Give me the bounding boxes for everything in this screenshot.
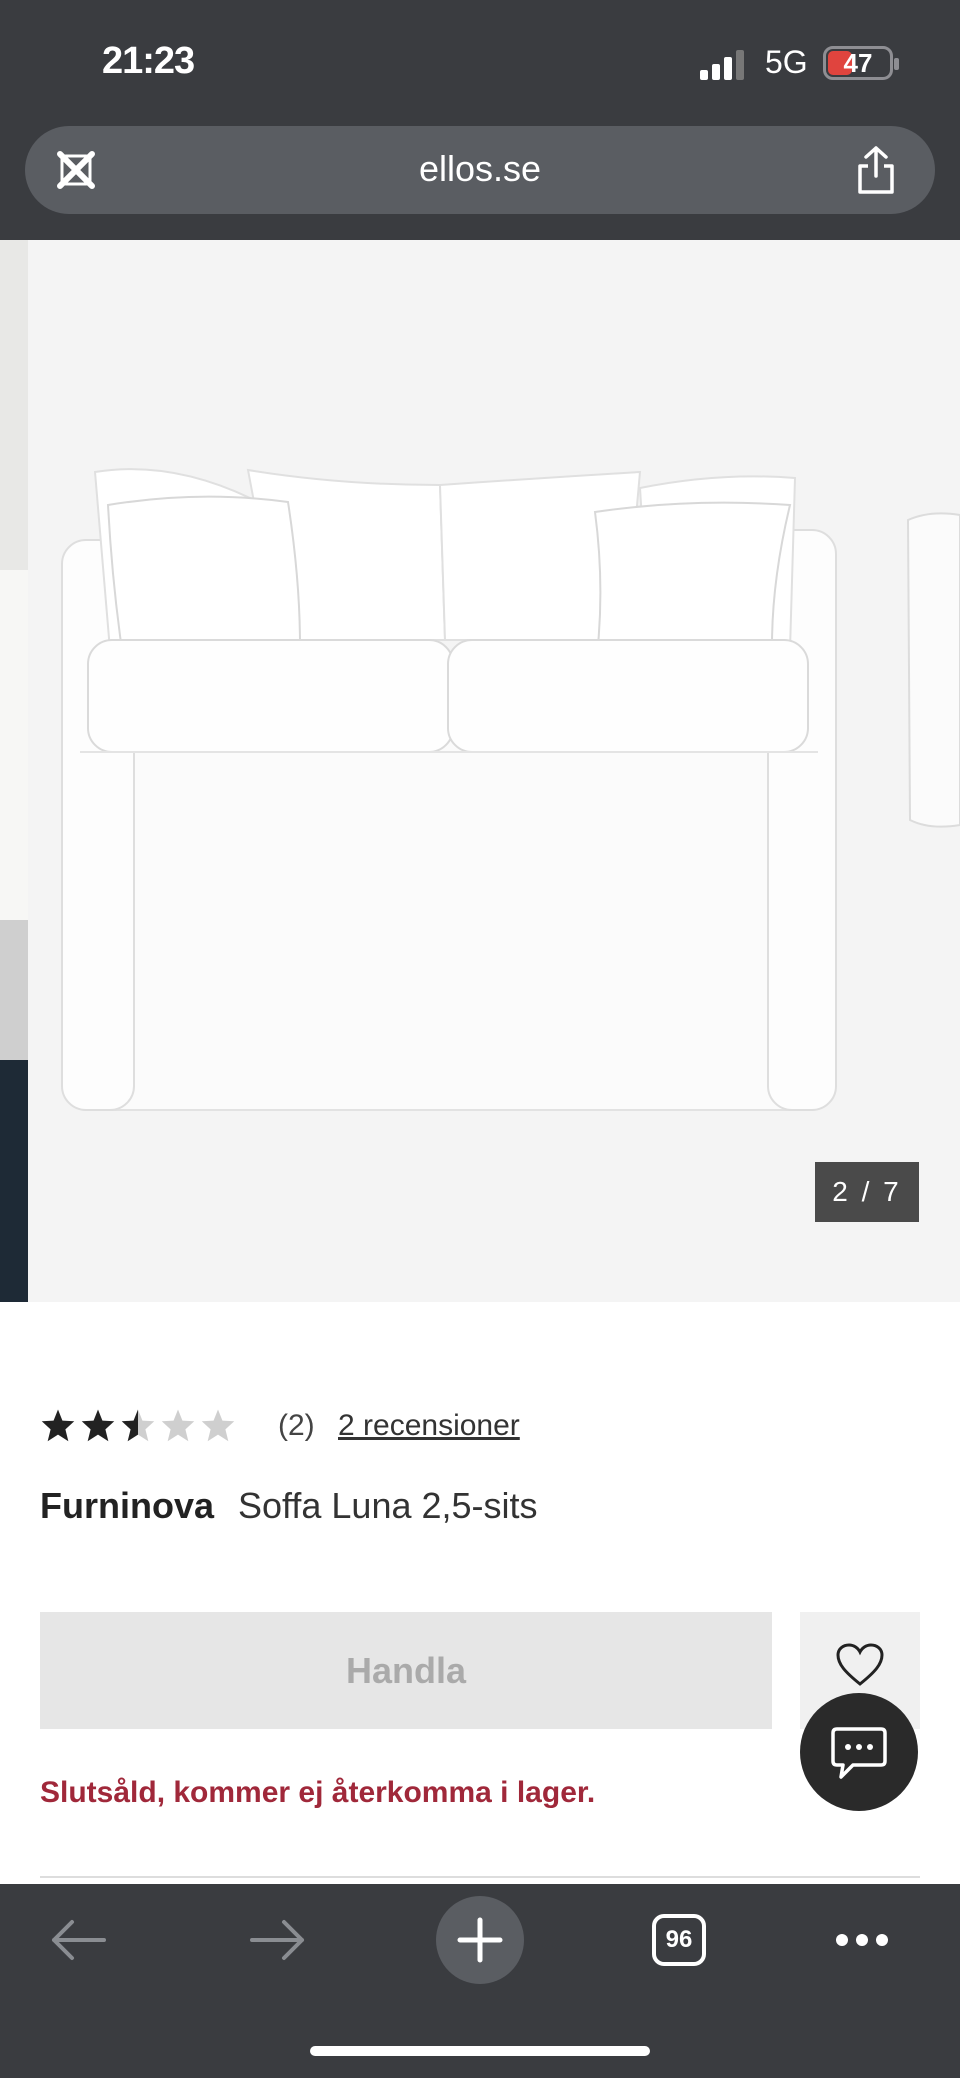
product-title: Soffa Luna 2,5-sits (238, 1485, 538, 1526)
next-slide-image (906, 512, 960, 828)
chat-icon (831, 1727, 887, 1779)
divider (40, 1876, 920, 1878)
status-time: 21:23 (102, 40, 195, 82)
star-rating[interactable] (40, 1405, 240, 1445)
product-image-gallery[interactable] (0, 240, 960, 1302)
cellular-signal-icon (700, 50, 744, 80)
gallery-counter: 2 / 7 (815, 1162, 919, 1222)
previous-slide-image (0, 570, 28, 1302)
back-arrow-icon[interactable] (48, 1918, 108, 1962)
sofa-product-image (61, 468, 837, 1111)
tab-count-button[interactable]: 96 (652, 1914, 706, 1966)
battery-level: 47 (843, 48, 873, 78)
home-indicator (310, 2046, 650, 2056)
url-text[interactable]: ellos.se (330, 148, 630, 190)
heart-icon (836, 1643, 884, 1686)
star-full-icon (81, 1409, 115, 1442)
next-slide-preview[interactable] (900, 240, 960, 1302)
battery-icon: 47 (823, 46, 899, 80)
stock-status: Slutsåld, kommer ej återkomma i lager. (40, 1776, 596, 1809)
star-empty-icon (161, 1409, 195, 1442)
forward-arrow-icon[interactable] (248, 1918, 308, 1962)
reviews-link[interactable]: 2 recensioner (338, 1409, 520, 1443)
product-brand[interactable]: Furninova (40, 1485, 214, 1527)
share-icon[interactable] (852, 144, 900, 196)
star-half-icon (121, 1409, 155, 1442)
site-settings-icon[interactable] (52, 146, 100, 194)
rating-count: (2) (278, 1409, 315, 1442)
star-empty-icon (201, 1409, 235, 1442)
buy-button[interactable]: Handla (40, 1612, 772, 1729)
previous-slide-preview[interactable] (0, 240, 28, 1302)
plus-icon (457, 1917, 503, 1963)
more-icon[interactable] (832, 1928, 892, 1952)
network-type: 5G (765, 44, 808, 80)
chat-button[interactable] (800, 1693, 918, 1811)
star-full-icon (41, 1409, 75, 1442)
new-tab-button[interactable] (436, 1896, 524, 1984)
